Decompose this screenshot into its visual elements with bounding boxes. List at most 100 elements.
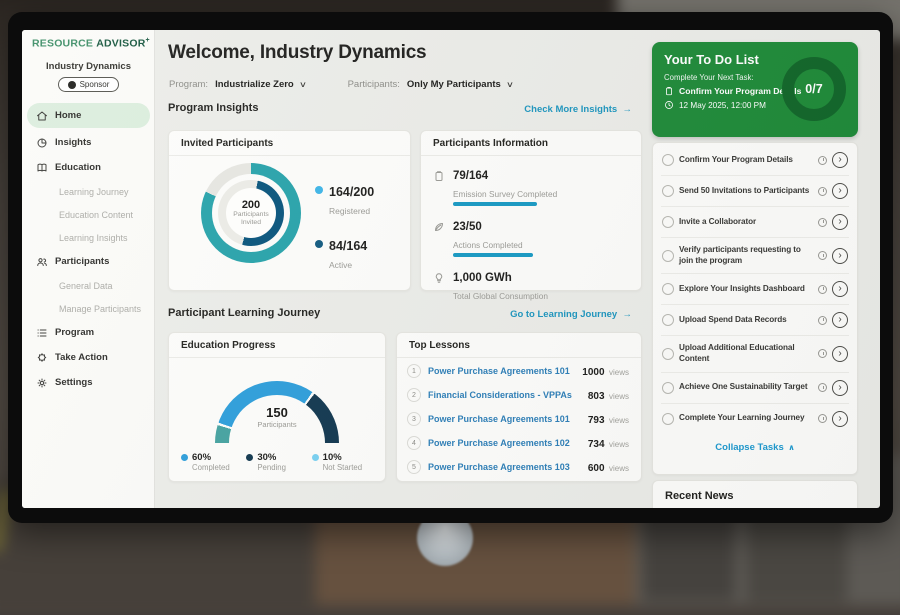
learning-journey-heading: Participant Learning Journey (168, 307, 320, 319)
invited-participants-card: Invited Participants 200 ParticipantsInv… (168, 130, 411, 291)
task-open-button[interactable] (832, 380, 848, 396)
sponsor-icon (68, 81, 76, 89)
task-row[interactable]: Achieve One Sustainability Target (661, 373, 849, 404)
card-title: Participants Information (421, 131, 641, 156)
todo-progress-ring: 0/7 (782, 57, 846, 121)
task-checkbox[interactable] (662, 413, 674, 425)
donut-center-label: 200 ParticipantsInvited (201, 163, 301, 263)
task-checkbox[interactable] (662, 382, 674, 394)
task-checkbox[interactable] (662, 250, 674, 262)
task-open-button[interactable] (832, 152, 848, 168)
task-open-button[interactable] (832, 214, 848, 230)
participants-information-card: Participants Information 79/164 Emission… (420, 130, 642, 291)
sidebar-item-manage-participants[interactable]: Manage Participants (22, 297, 155, 320)
sidebar-item-general-data[interactable]: General Data (22, 274, 155, 297)
lesson-title-link[interactable]: Power Purchase Agreements 101 (428, 414, 581, 424)
go-to-learning-journey-link[interactable]: Go to Learning Journey (510, 309, 632, 320)
task-checkbox[interactable] (662, 216, 674, 228)
task-row[interactable]: Send 50 Invitations to Participants (661, 176, 849, 207)
tasks-list: Confirm Your Program Details Send 50 Inv… (661, 145, 849, 434)
sidebar-item-take-action[interactable]: Take Action (22, 345, 155, 370)
sidebar-item-education[interactable]: Education (22, 155, 155, 180)
progress-track (453, 253, 627, 257)
task-timer-icon (818, 251, 827, 260)
task-row[interactable]: Verify participants requesting to join t… (661, 238, 849, 274)
lesson-row: 2 Financial Considerations - VPPAs 803 v… (397, 383, 641, 407)
task-checkbox[interactable] (662, 283, 674, 295)
todo-progress-count: 0/7 (805, 82, 822, 96)
lesson-views: 803 views (588, 386, 629, 404)
task-open-button[interactable] (832, 346, 848, 362)
card-title: Top Lessons (397, 333, 641, 358)
legend-dot (315, 240, 323, 248)
logo-advisor: ADVISOR (96, 38, 145, 50)
sidebar-item-education-content[interactable]: Education Content (22, 203, 155, 226)
chevron-down-icon[interactable]: ∨ (299, 80, 307, 89)
task-row[interactable]: Invite a Collaborator (661, 207, 849, 238)
task-open-button[interactable] (832, 183, 848, 199)
task-open-button[interactable] (832, 411, 848, 427)
task-row[interactable]: Explore Your Insights Dashboard (661, 274, 849, 305)
progress-fill (453, 253, 533, 257)
action-burst-icon (36, 352, 48, 364)
people-icon (36, 256, 48, 268)
book-icon (36, 162, 48, 174)
legend-pending: 30% Pending (246, 452, 311, 472)
task-checkbox[interactable] (662, 185, 674, 197)
todo-tasks-card: Confirm Your Program Details Send 50 Inv… (652, 142, 858, 475)
collapse-tasks-link[interactable]: Collapse Tasks (661, 434, 849, 459)
org-name: Industry Dynamics (22, 61, 155, 72)
app-logo: RESOURCE ADVISOR+ (32, 37, 150, 50)
task-open-button[interactable] (832, 281, 848, 297)
gear-icon (36, 377, 48, 389)
task-checkbox[interactable] (662, 154, 674, 166)
sidebar-item-learning-insights[interactable]: Learning Insights (22, 226, 155, 249)
lesson-title-link[interactable]: Power Purchase Agreements 102 (428, 438, 581, 448)
participants-filter-label: Participants: (348, 79, 400, 90)
lesson-title-link[interactable]: Power Purchase Agreements 103 (428, 462, 581, 472)
lesson-title-link[interactable]: Power Purchase Agreements 101 (428, 366, 575, 376)
sidebar-item-settings[interactable]: Settings (22, 370, 155, 395)
lesson-rank-badge: 4 (407, 436, 421, 450)
list-icon (36, 327, 48, 339)
participants-filter-select[interactable]: Only My Participants (407, 79, 501, 90)
sidebar-item-participants[interactable]: Participants (22, 249, 155, 274)
lesson-rank-badge: 2 (407, 388, 421, 402)
task-label: Invite a Collaborator (679, 217, 813, 228)
task-open-button[interactable] (832, 312, 848, 328)
lesson-title-link[interactable]: Financial Considerations - VPPAs (428, 390, 581, 400)
sidebar-item-insights[interactable]: Insights (22, 130, 155, 155)
lesson-views: 734 views (588, 434, 629, 452)
task-row[interactable]: Confirm Your Program Details (661, 145, 849, 176)
clock-icon (664, 100, 674, 110)
donut-legend: 164/200Registered 84/164Active (315, 183, 374, 273)
task-label: Upload Spend Data Records (679, 315, 813, 326)
leaf-icon (433, 221, 445, 233)
task-timer-icon (818, 414, 827, 423)
check-more-insights-link[interactable]: Check More Insights (524, 104, 632, 115)
task-checkbox[interactable] (662, 314, 674, 326)
sidebar-item-home[interactable]: Home (27, 103, 150, 128)
lesson-row: 3 Power Purchase Agreements 101 793 view… (397, 407, 641, 431)
sidebar-item-program[interactable]: Program (22, 320, 155, 345)
task-timer-icon (818, 285, 827, 294)
lesson-rank-badge: 5 (407, 460, 421, 474)
page-title: Welcome, Industry Dynamics (168, 42, 426, 64)
clipboard-icon (433, 170, 445, 182)
task-timer-icon (818, 218, 827, 227)
lesson-row: 4 Power Purchase Agreements 102 734 view… (397, 431, 641, 455)
task-checkbox[interactable] (662, 348, 674, 360)
task-row[interactable]: Complete Your Learning Journey (661, 404, 849, 434)
task-timer-icon (818, 349, 827, 358)
task-label: Upload Additional Educational Content (679, 343, 813, 364)
monitor-bezel: RESOURCE ADVISOR+ Industry Dynamics Spon… (8, 12, 893, 523)
task-open-button[interactable] (832, 248, 848, 264)
sidebar-item-learning-journey[interactable]: Learning Journey (22, 180, 155, 203)
progress-fill (453, 202, 537, 206)
clipboard-icon (664, 86, 674, 96)
task-row[interactable]: Upload Spend Data Records (661, 305, 849, 336)
chevron-down-icon[interactable]: ∨ (506, 80, 514, 89)
program-filter-select[interactable]: Industrialize Zero (215, 79, 294, 90)
task-row[interactable]: Upload Additional Educational Content (661, 336, 849, 372)
lesson-row: 1 Power Purchase Agreements 101 1000 vie… (397, 359, 641, 383)
